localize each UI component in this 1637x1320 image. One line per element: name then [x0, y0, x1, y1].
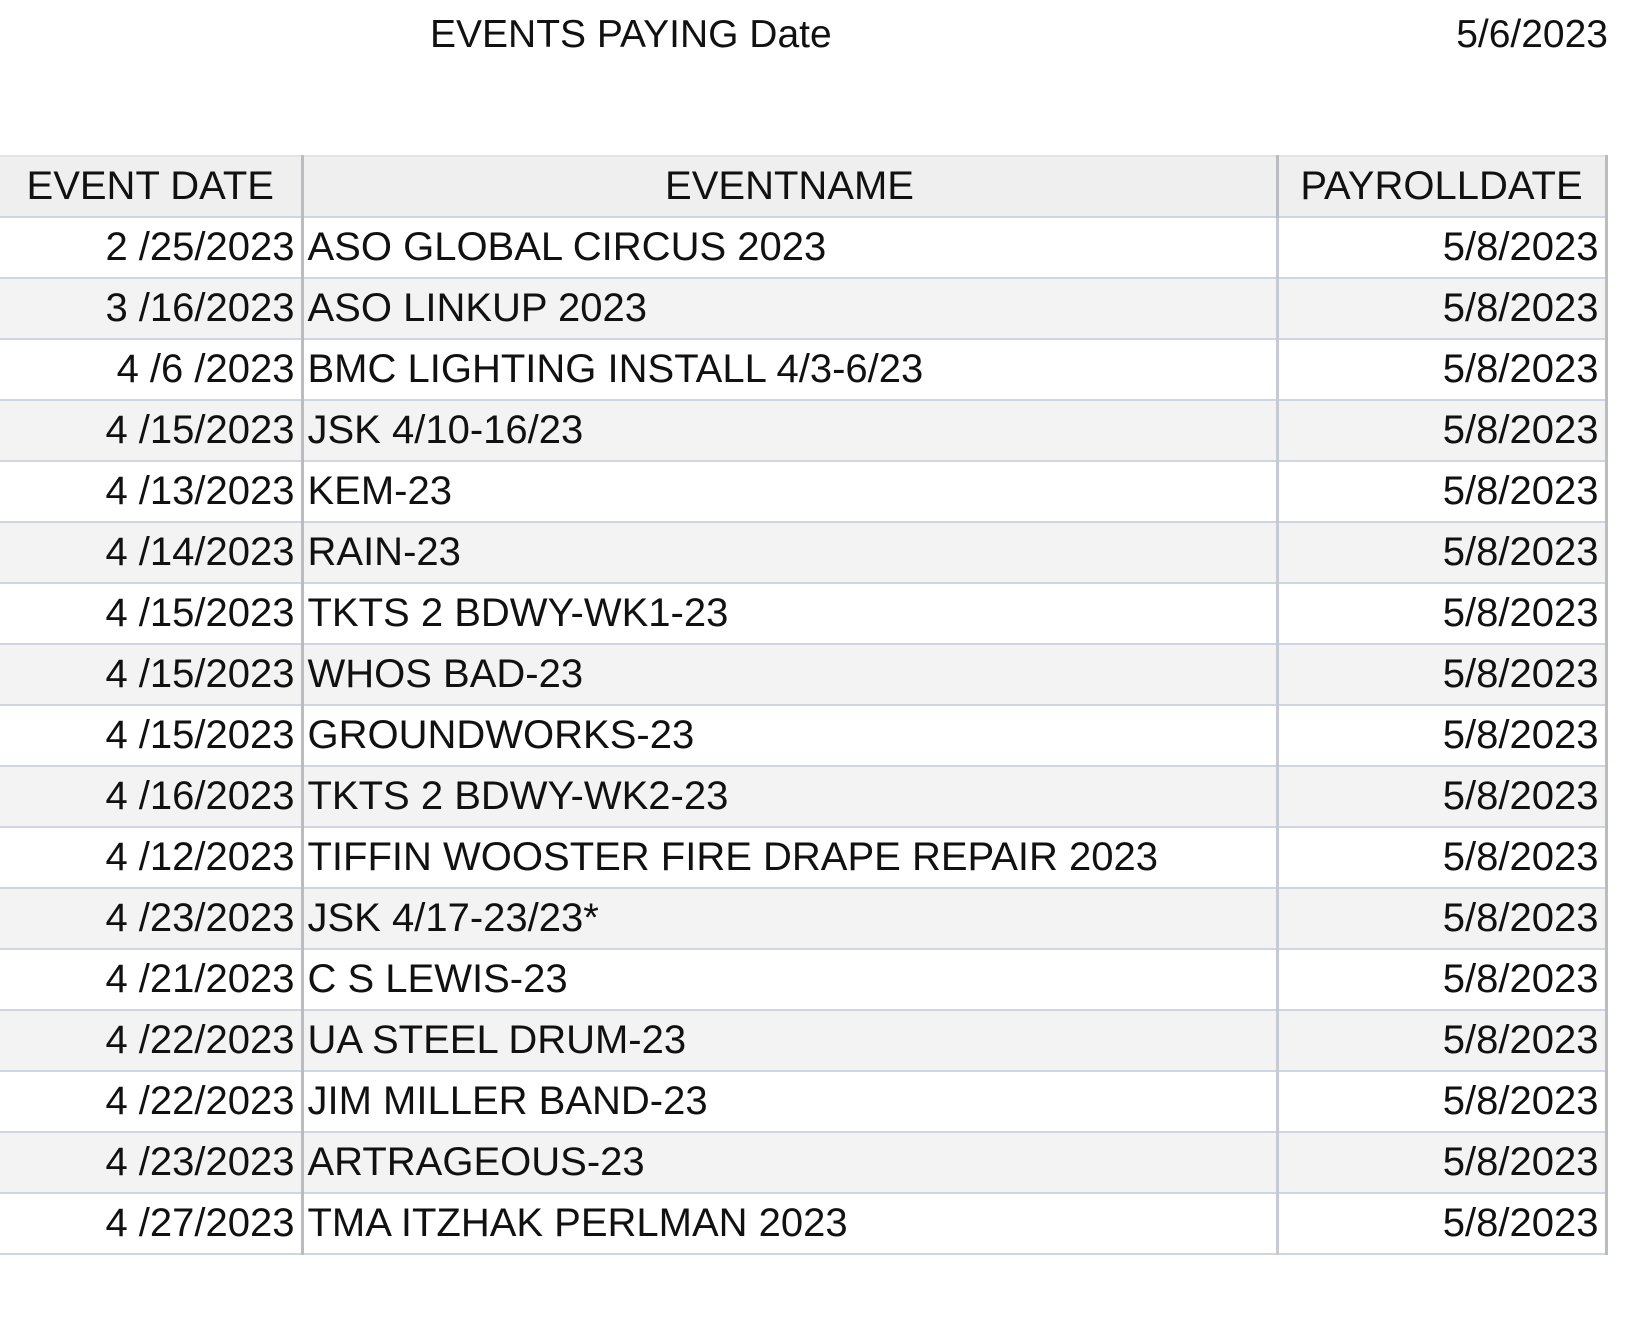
- event-name-cell[interactable]: ARTRAGEOUS-23: [301, 1131, 1279, 1194]
- event-name-cell[interactable]: ASO LINKUP 2023: [301, 277, 1279, 340]
- table-header-row: EVENT DATE EVENTNAME PAYROLLDATE: [0, 155, 1608, 218]
- events-table: EVENT DATE EVENTNAME PAYROLLDATE 2 /25/2…: [0, 155, 1608, 1255]
- event-name-cell[interactable]: GROUNDWORKS-23: [301, 704, 1279, 767]
- paying-date-value: 5/6/2023: [1456, 13, 1608, 56]
- event-date-cell[interactable]: 4 /21/2023: [0, 948, 304, 1011]
- event-date-cell[interactable]: 4 /23/2023: [0, 887, 304, 950]
- event-date-cell[interactable]: 4 /12/2023: [0, 826, 304, 889]
- event-name-cell[interactable]: WHOS BAD-23: [301, 643, 1279, 706]
- column-header-event-date[interactable]: EVENT DATE: [0, 155, 304, 218]
- event-date-cell[interactable]: 4 /6 /2023: [0, 338, 304, 401]
- payroll-date-cell[interactable]: 5/8/2023: [1276, 582, 1608, 645]
- event-date-cell[interactable]: 4 /22/2023: [0, 1009, 304, 1072]
- event-date-cell[interactable]: 4 /27/2023: [0, 1192, 304, 1255]
- payroll-date-cell[interactable]: 5/8/2023: [1276, 460, 1608, 523]
- event-date-cell[interactable]: 4 /15/2023: [0, 399, 304, 462]
- table-row[interactable]: 4 /14/2023 RAIN-23 5/8/2023: [0, 521, 1608, 584]
- event-date-cell[interactable]: 4 /15/2023: [0, 582, 304, 645]
- event-name-cell[interactable]: BMC LIGHTING INSTALL 4/3-6/23: [301, 338, 1279, 401]
- payroll-date-cell[interactable]: 5/8/2023: [1276, 1009, 1608, 1072]
- event-name-cell[interactable]: UA STEEL DRUM-23: [301, 1009, 1279, 1072]
- event-date-cell[interactable]: 4 /23/2023: [0, 1131, 304, 1194]
- payroll-date-cell[interactable]: 5/8/2023: [1276, 704, 1608, 767]
- payroll-date-cell[interactable]: 5/8/2023: [1276, 277, 1608, 340]
- event-name-cell[interactable]: TKTS 2 BDWY-WK1-23: [301, 582, 1279, 645]
- event-name-cell[interactable]: KEM-23: [301, 460, 1279, 523]
- table-row[interactable]: 2 /25/2023 ASO GLOBAL CIRCUS 2023 5/8/2023: [0, 216, 1608, 279]
- table-row[interactable]: 4 /12/2023 TIFFIN WOOSTER FIRE DRAPE REPA…: [0, 826, 1608, 889]
- table-row[interactable]: 4 /15/2023 JSK 4/10-16/23 5/8/2023: [0, 399, 1608, 462]
- event-name-cell[interactable]: JIM MILLER BAND-23: [301, 1070, 1279, 1133]
- table-row[interactable]: 3 /16/2023 ASO LINKUP 2023 5/8/2023: [0, 277, 1608, 340]
- event-name-cell[interactable]: JSK 4/10-16/23: [301, 399, 1279, 462]
- column-header-event-name[interactable]: EVENTNAME: [301, 155, 1279, 218]
- payroll-date-cell[interactable]: 5/8/2023: [1276, 399, 1608, 462]
- payroll-date-cell[interactable]: 5/8/2023: [1276, 643, 1608, 706]
- table-row[interactable]: 4 /21/2023 C S LEWIS-23 5/8/2023: [0, 948, 1608, 1011]
- event-date-cell[interactable]: 4 /22/2023: [0, 1070, 304, 1133]
- event-date-cell[interactable]: 4 /14/2023: [0, 521, 304, 584]
- table-row[interactable]: 4 /16/2023 TKTS 2 BDWY-WK2-23 5/8/2023: [0, 765, 1608, 828]
- event-name-cell[interactable]: TIFFIN WOOSTER FIRE DRAPE REPAIR 2023: [301, 826, 1279, 889]
- event-date-cell[interactable]: 4 /15/2023: [0, 704, 304, 767]
- table-body: 2 /25/2023 ASO GLOBAL CIRCUS 2023 5/8/2023…: [0, 216, 1608, 1255]
- payroll-date-cell[interactable]: 5/8/2023: [1276, 765, 1608, 828]
- table-row[interactable]: 4 /15/2023 TKTS 2 BDWY-WK1-23 5/8/2023: [0, 582, 1608, 645]
- payroll-date-cell[interactable]: 5/8/2023: [1276, 1131, 1608, 1194]
- table-row[interactable]: 4 /22/2023 UA STEEL DRUM-23 5/8/2023: [0, 1009, 1608, 1072]
- table-row[interactable]: 4 /22/2023 JIM MILLER BAND-23 5/8/2023: [0, 1070, 1608, 1133]
- event-name-cell[interactable]: C S LEWIS-23: [301, 948, 1279, 1011]
- table-row[interactable]: 4 /15/2023 GROUNDWORKS-23 5/8/2023: [0, 704, 1608, 767]
- event-date-cell[interactable]: 2 /25/2023: [0, 216, 304, 279]
- event-date-cell[interactable]: 4 /16/2023: [0, 765, 304, 828]
- event-date-cell[interactable]: 3 /16/2023: [0, 277, 304, 340]
- payroll-date-cell[interactable]: 5/8/2023: [1276, 948, 1608, 1011]
- table-row[interactable]: 4 /6 /2023 BMC LIGHTING INSTALL 4/3-6/23 5…: [0, 338, 1608, 401]
- event-date-cell[interactable]: 4 /15/2023: [0, 643, 304, 706]
- payroll-date-cell[interactable]: 5/8/2023: [1276, 521, 1608, 584]
- event-name-cell[interactable]: TMA ITZHAK PERLMAN 2023: [301, 1192, 1279, 1255]
- event-name-cell[interactable]: ASO GLOBAL CIRCUS 2023: [301, 216, 1279, 279]
- table-row[interactable]: 4 /15/2023 WHOS BAD-23 5/8/2023: [0, 643, 1608, 706]
- event-name-cell[interactable]: RAIN-23: [301, 521, 1279, 584]
- table-row[interactable]: 4 /27/2023 TMA ITZHAK PERLMAN 2023 5/8/202…: [0, 1192, 1608, 1255]
- payroll-date-cell[interactable]: 5/8/2023: [1276, 826, 1608, 889]
- column-header-payroll-date[interactable]: PAYROLLDATE: [1276, 155, 1608, 218]
- event-date-cell[interactable]: 4 /13/2023: [0, 460, 304, 523]
- payroll-date-cell[interactable]: 5/8/2023: [1276, 1192, 1608, 1255]
- event-name-cell[interactable]: JSK 4/17-23/23*: [301, 887, 1279, 950]
- payroll-date-cell[interactable]: 5/8/2023: [1276, 887, 1608, 950]
- event-name-cell[interactable]: TKTS 2 BDWY-WK2-23: [301, 765, 1279, 828]
- page-title: EVENTS PAYING Date: [430, 13, 832, 56]
- table-row[interactable]: 4 /23/2023 JSK 4/17-23/23* 5/8/2023: [0, 887, 1608, 950]
- table-row[interactable]: 4 /13/2023 KEM-23 5/8/2023: [0, 460, 1608, 523]
- table-row[interactable]: 4 /23/2023 ARTRAGEOUS-23 5/8/2023: [0, 1131, 1608, 1194]
- payroll-date-cell[interactable]: 5/8/2023: [1276, 1070, 1608, 1133]
- payroll-date-cell[interactable]: 5/8/2023: [1276, 338, 1608, 401]
- payroll-date-cell[interactable]: 5/8/2023: [1276, 216, 1608, 279]
